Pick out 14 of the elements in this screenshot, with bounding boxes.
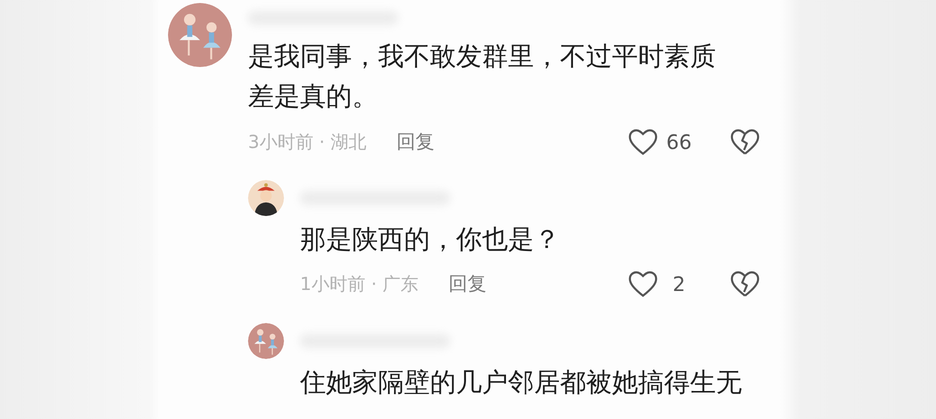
broken-heart-icon[interactable] (730, 270, 760, 298)
like-count: 2 (672, 272, 686, 296)
comment-time: 3小时前 · 湖北 (248, 131, 367, 154)
comment-time: 1小时前 · 广东 (300, 273, 419, 296)
reply-button[interactable]: 回复 (448, 271, 487, 297)
avatar-icon[interactable] (248, 180, 284, 216)
broken-heart-icon[interactable] (730, 128, 760, 156)
comment-text: 那是陕西的，你也是？ (300, 224, 561, 257)
comment-text: 住她家隔壁的几户邻居都被她搞得生无 (300, 367, 743, 400)
like-button[interactable]: 2 (628, 270, 694, 298)
like-button[interactable]: 66 (628, 128, 694, 156)
like-count: 66 (665, 130, 693, 154)
comment-text: 是我同事，我不敢发群里，不过平时素质差是真的。 (248, 41, 717, 114)
reply-button[interactable]: 回复 (396, 129, 435, 155)
